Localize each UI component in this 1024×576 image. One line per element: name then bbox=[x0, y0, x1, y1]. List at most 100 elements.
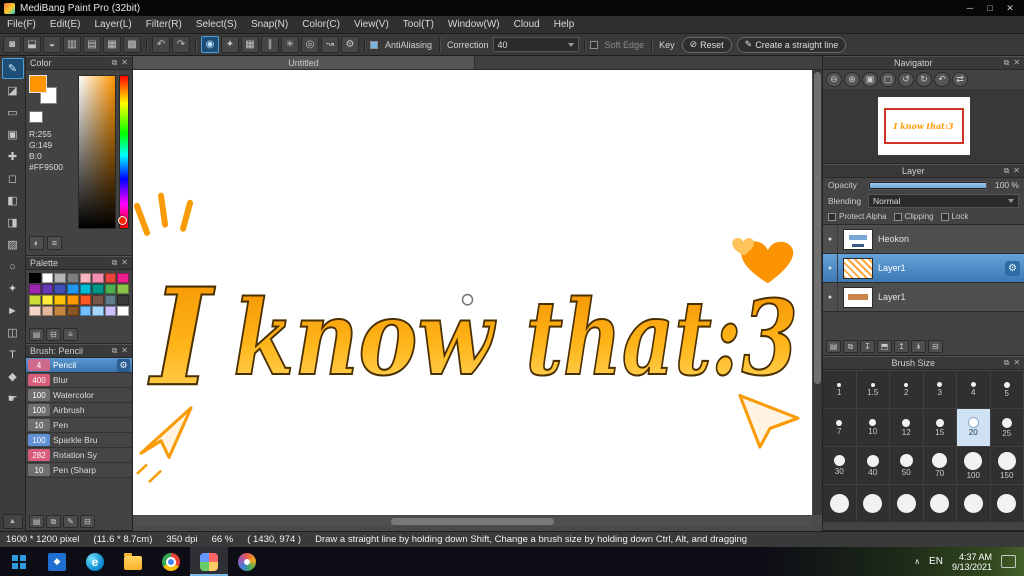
lasso-tool[interactable]: ○ bbox=[2, 256, 24, 277]
opacity-slider[interactable] bbox=[868, 180, 987, 190]
bucket-tool[interactable]: ◨ bbox=[2, 212, 24, 233]
menu-file[interactable]: File(F) bbox=[0, 16, 43, 33]
panel-popout-icon[interactable]: ⧉ bbox=[112, 347, 118, 355]
paint-taskbar-icon[interactable] bbox=[228, 547, 266, 576]
panel-popout-icon[interactable]: ⧉ bbox=[1004, 167, 1010, 175]
soft-edge-checkbox[interactable] bbox=[589, 40, 598, 49]
palette-swatch[interactable] bbox=[54, 295, 66, 305]
color-wheel-icon[interactable]: ◐ bbox=[29, 236, 44, 250]
flip-icon[interactable]: ⇄ bbox=[952, 72, 968, 87]
cross-snap-icon[interactable]: ✳ bbox=[281, 36, 299, 53]
panel-popout-icon[interactable]: ⧉ bbox=[112, 259, 118, 267]
notification-center-icon[interactable] bbox=[1001, 555, 1016, 568]
palette-swatch[interactable] bbox=[66, 273, 79, 283]
menu-tool[interactable]: Tool(T) bbox=[396, 16, 441, 33]
menu-color[interactable]: Color(C) bbox=[295, 16, 347, 33]
zoom-in-icon[interactable]: ⊕ bbox=[844, 72, 860, 87]
brush-size-cell[interactable]: 15 bbox=[923, 409, 957, 447]
snap-settings-gear-icon[interactable]: ⚙ bbox=[341, 36, 359, 53]
palette-menu-icon[interactable]: ≡ bbox=[63, 328, 78, 341]
brush-size-cell[interactable] bbox=[823, 485, 857, 523]
clipping-checkbox[interactable] bbox=[893, 212, 902, 221]
menu-cloud[interactable]: Cloud bbox=[507, 16, 547, 33]
panel-split-icon[interactable]: ▥ bbox=[63, 36, 81, 53]
fg-bg-swatches[interactable] bbox=[29, 75, 63, 107]
eyedropper-tool[interactable]: ◆ bbox=[2, 366, 24, 387]
undo-icon[interactable]: ↶ bbox=[152, 36, 170, 53]
layer-row[interactable]: ● Layer1 ⚙ bbox=[823, 254, 1024, 283]
palette-swatch[interactable] bbox=[92, 295, 104, 305]
menu-edit[interactable]: Edit(E) bbox=[43, 16, 88, 33]
close-button[interactable]: ✕ bbox=[1000, 1, 1020, 15]
panel-popout-icon[interactable]: ⧉ bbox=[1004, 359, 1010, 367]
brush-size-cell[interactable]: 100 bbox=[957, 447, 991, 485]
actual-size-icon[interactable]: ▢ bbox=[880, 72, 896, 87]
palette-swatch[interactable] bbox=[92, 273, 104, 283]
export-icon[interactable]: ⬓ bbox=[23, 36, 41, 53]
protect-alpha-checkbox[interactable] bbox=[828, 212, 836, 221]
brush-item[interactable]: 100 Watercolor bbox=[26, 388, 132, 403]
folder-icon[interactable]: ⬒ bbox=[877, 340, 892, 353]
panel-close-icon[interactable]: ✕ bbox=[121, 347, 128, 355]
menu-layer[interactable]: Layer(L) bbox=[87, 16, 138, 33]
duplicate-layer-icon[interactable]: ⧉ bbox=[843, 340, 858, 353]
layer-row[interactable]: ● Heokon bbox=[823, 225, 1024, 254]
vertical-scrollbar[interactable] bbox=[813, 70, 822, 515]
delete-layer-icon[interactable]: ⊟ bbox=[928, 340, 943, 353]
curve-snap-icon[interactable]: ↝ bbox=[321, 36, 339, 53]
duplicate-brush-icon[interactable]: ⧉ bbox=[46, 515, 61, 528]
medibang-taskbar-icon[interactable] bbox=[190, 547, 228, 576]
palette-swatch[interactable] bbox=[92, 284, 104, 294]
text-tool[interactable]: T bbox=[2, 344, 24, 365]
toolstrip-scroll-up-icon[interactable]: ▲ bbox=[2, 514, 23, 529]
stamp-tool[interactable]: ▣ bbox=[2, 124, 24, 145]
brush-item[interactable]: 4 Pencil ⚙ bbox=[26, 358, 132, 373]
palette-swatch[interactable] bbox=[104, 295, 117, 305]
fill-tool[interactable]: ◧ bbox=[2, 190, 24, 211]
palette-swatch[interactable] bbox=[29, 284, 41, 294]
brush-item[interactable]: 100 Sparkle Bru bbox=[26, 433, 132, 448]
palette-swatch[interactable] bbox=[117, 284, 129, 294]
antialiasing-checkbox[interactable] bbox=[370, 40, 378, 49]
palette-swatch[interactable] bbox=[117, 295, 129, 305]
palette-swatch[interactable] bbox=[79, 306, 92, 316]
brush-size-cell[interactable]: 7 bbox=[823, 409, 857, 447]
blending-select[interactable]: Normal bbox=[868, 194, 1019, 208]
panel-close-icon[interactable]: ✕ bbox=[121, 59, 128, 67]
panel-close-icon[interactable]: ✕ bbox=[1013, 167, 1020, 175]
tray-chevron-icon[interactable]: ∧ bbox=[914, 557, 920, 566]
palette-swatch[interactable] bbox=[104, 306, 117, 316]
layer-settings-gear-icon[interactable]: ⚙ bbox=[1005, 260, 1020, 276]
lock-checkbox[interactable] bbox=[940, 212, 949, 221]
edge-taskbar-icon[interactable] bbox=[76, 547, 114, 576]
menu-window[interactable]: Window(W) bbox=[441, 16, 507, 33]
add-brush-icon[interactable]: ▤ bbox=[29, 515, 44, 528]
delete-brush-icon[interactable]: ⊟ bbox=[80, 515, 95, 528]
navigator-view[interactable]: I know that:3 bbox=[823, 89, 1024, 163]
layer-visibility-icon[interactable]: ● bbox=[823, 254, 838, 282]
move-tool[interactable]: ✚ bbox=[2, 146, 24, 167]
gradient-tool[interactable]: ▨ bbox=[2, 234, 24, 255]
layer-visibility-icon[interactable]: ● bbox=[823, 225, 838, 253]
canvas[interactable]: I know that:3 bbox=[133, 70, 812, 515]
palette-swatch[interactable] bbox=[117, 306, 129, 316]
brush-item[interactable]: 400 Blur bbox=[26, 373, 132, 388]
brush-size-cell[interactable] bbox=[856, 485, 890, 523]
palette-swatch[interactable] bbox=[66, 306, 79, 316]
brush-item[interactable]: 282 Rotation Sy bbox=[26, 448, 132, 463]
horizontal-scrollbar[interactable] bbox=[133, 517, 812, 526]
zoom-out-icon[interactable]: ⊖ bbox=[826, 72, 842, 87]
vertical-scroll-handle[interactable] bbox=[814, 72, 821, 384]
transparent-swatch[interactable] bbox=[29, 111, 43, 123]
material-icon[interactable]: ▩ bbox=[123, 36, 141, 53]
palette-swatch[interactable] bbox=[66, 284, 79, 294]
brush-size-cell[interactable]: 70 bbox=[923, 447, 957, 485]
brush-size-cell[interactable]: 10 bbox=[856, 409, 890, 447]
brush-size-cell[interactable]: 3 bbox=[923, 371, 957, 409]
reset-button[interactable]: ⊘ Reset bbox=[681, 36, 732, 53]
photos-taskbar-icon[interactable] bbox=[38, 547, 76, 576]
palette-swatch[interactable] bbox=[29, 273, 41, 283]
document-tab[interactable]: Untitled bbox=[133, 56, 475, 69]
menu-snap[interactable]: Snap(N) bbox=[244, 16, 295, 33]
palette-swatch[interactable] bbox=[104, 273, 117, 283]
